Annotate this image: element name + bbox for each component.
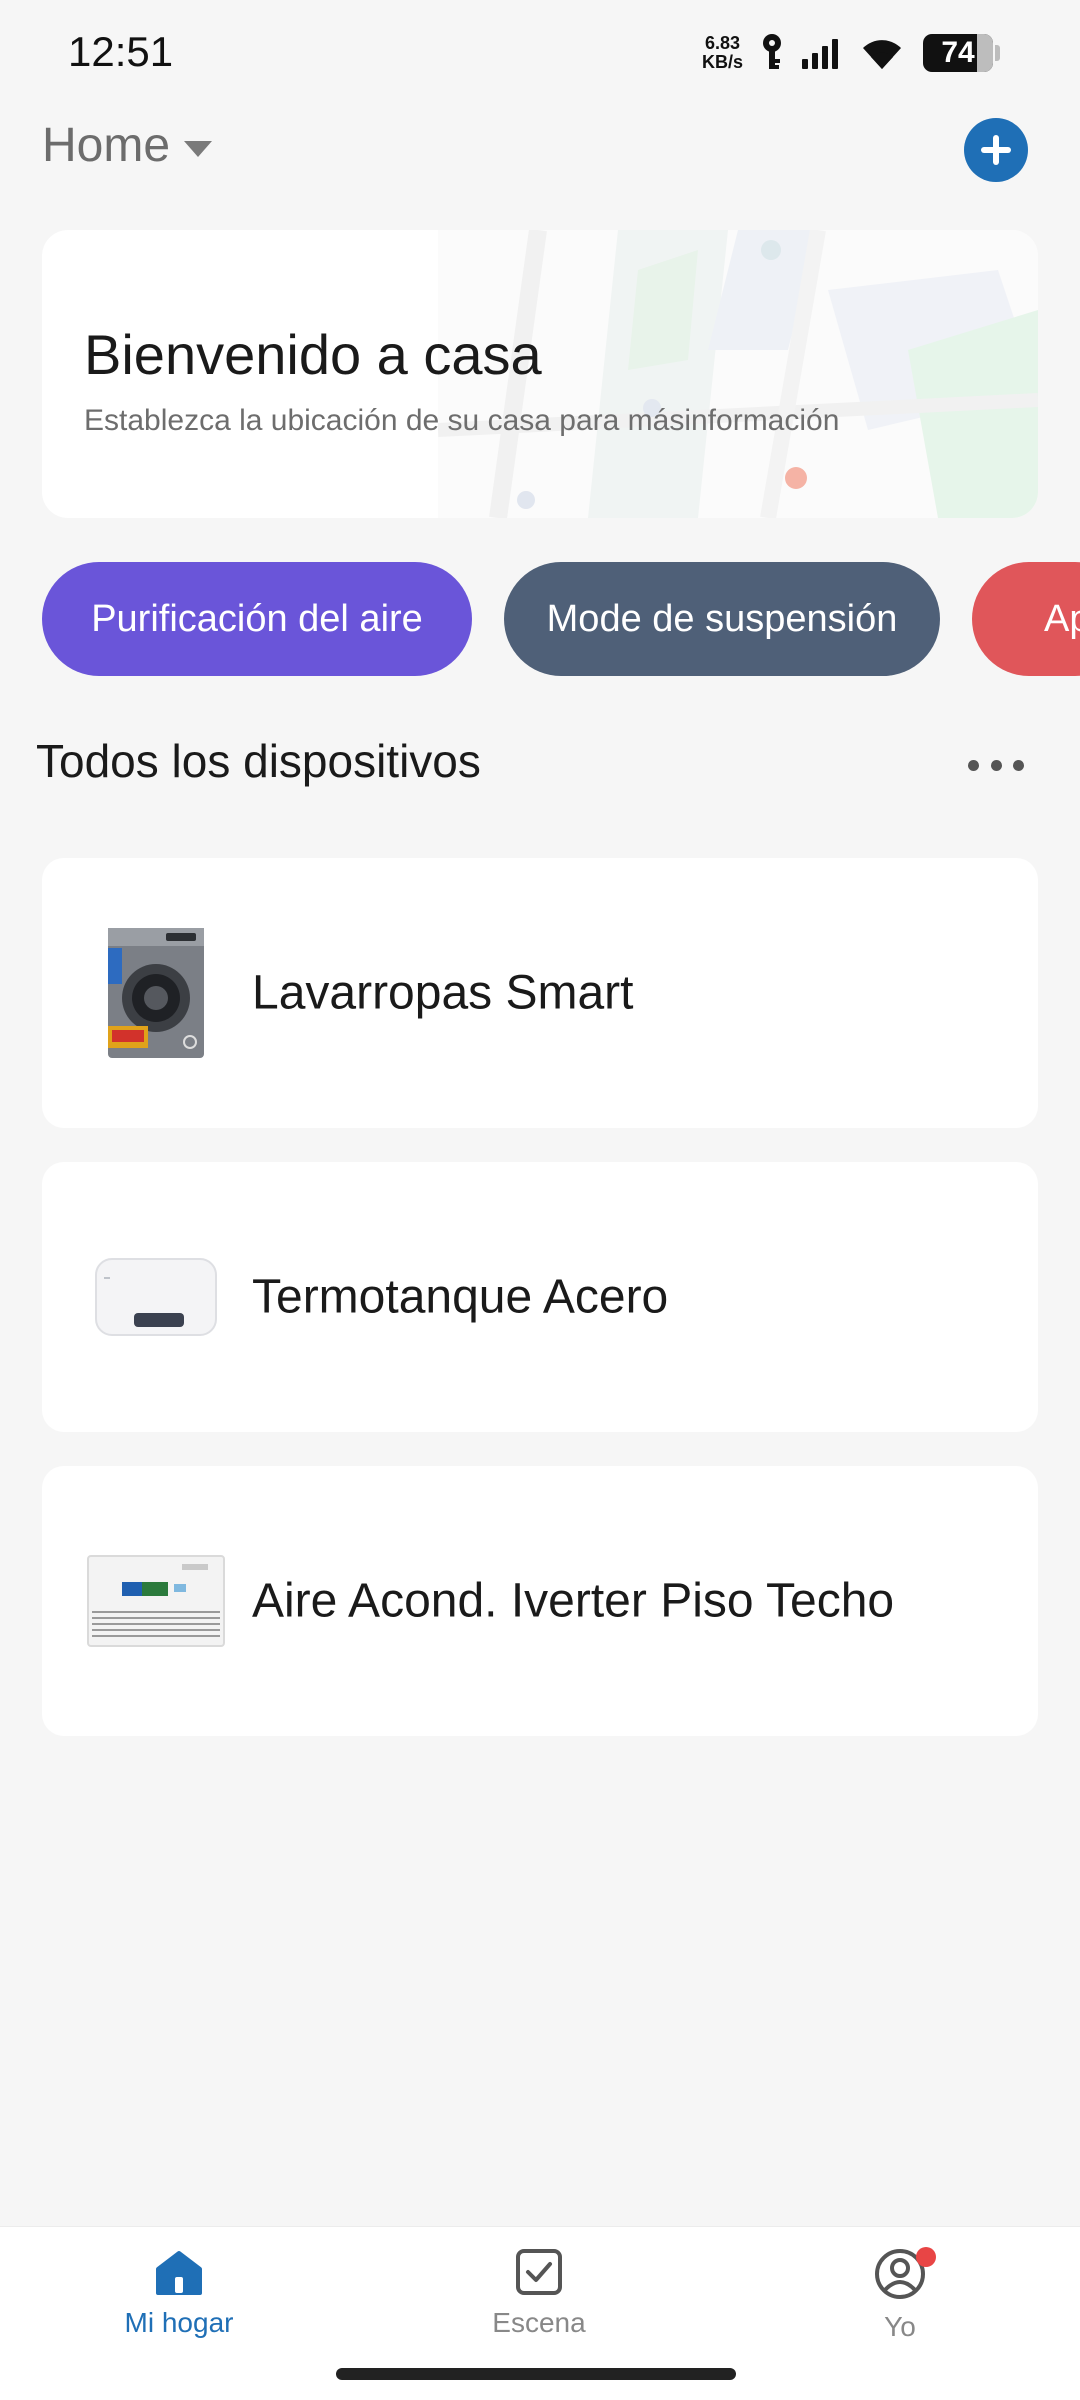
screen: 12:51 6.83 KB/s 74 Home Bienvenido a cas…	[0, 0, 1080, 2400]
plus-icon	[981, 135, 1011, 165]
status-bar: 12:51 6.83 KB/s 74	[0, 0, 1080, 110]
network-speed: 6.83 KB/s	[702, 34, 743, 72]
home-indicator[interactable]	[336, 2368, 736, 2380]
checkbox-icon	[516, 2249, 562, 2295]
device-name: Lavarropas Smart	[252, 966, 634, 1020]
nav-item-scene[interactable]: Escena	[439, 2247, 639, 2339]
device-name: Aire Acond. Iverter Piso Techo	[252, 1574, 895, 1628]
status-icons: 6.83 KB/s 74	[702, 30, 1000, 76]
network-speed-value: 6.83	[704, 33, 741, 53]
notification-badge	[916, 2247, 936, 2267]
nav-item-home[interactable]: Mi hogar	[79, 2247, 279, 2339]
welcome-card[interactable]: Bienvenido a casa Establezca la ubicació…	[42, 230, 1038, 518]
battery-level: 74	[941, 36, 975, 69]
air-conditioner-image	[86, 1554, 226, 1648]
device-name: Termotanque Acero	[252, 1270, 669, 1324]
washing-machine-image	[86, 926, 226, 1060]
home-icon	[156, 2251, 202, 2295]
home-selector[interactable]: Home	[42, 118, 213, 173]
home-label: Home	[42, 119, 171, 172]
battery-icon: 74	[923, 34, 993, 72]
welcome-title: Bienvenido a casa	[84, 323, 542, 386]
status-time: 12:51	[68, 28, 174, 75]
wifi-icon	[863, 40, 901, 69]
devices-section-title: Todos los dispositivos	[36, 735, 481, 787]
add-button[interactable]	[964, 118, 1028, 182]
device-card[interactable]: Lavarropas Smart	[42, 858, 1038, 1128]
nav-label-scene: Escena	[492, 2307, 586, 2338]
scene-chip-sleep-mode[interactable]: Mode de suspensión	[504, 562, 940, 676]
scene-chip-air-purification[interactable]: Purificación del aire	[42, 562, 472, 676]
device-card[interactable]: Termotanque Acero	[42, 1162, 1038, 1432]
welcome-subtitle: Establezca la ubicación de su casa para …	[84, 404, 840, 437]
scene-chip-partial[interactable]: Ap	[972, 562, 1080, 676]
more-horizontal-icon[interactable]	[968, 740, 1024, 790]
key-icon	[763, 34, 781, 69]
nav-label-home: Mi hogar	[124, 2307, 234, 2338]
water-heater-image	[86, 1257, 226, 1337]
battery-indicator: 74	[923, 34, 1000, 72]
nav-item-me[interactable]: Yo	[800, 2247, 1000, 2343]
caret-down-icon	[184, 140, 213, 157]
network-speed-unit: KB/s	[701, 52, 743, 72]
nav-label-me: Yo	[884, 2311, 916, 2342]
device-card[interactable]: Aire Acond. Iverter Piso Techo	[42, 1466, 1038, 1736]
signal-icon	[802, 39, 838, 69]
